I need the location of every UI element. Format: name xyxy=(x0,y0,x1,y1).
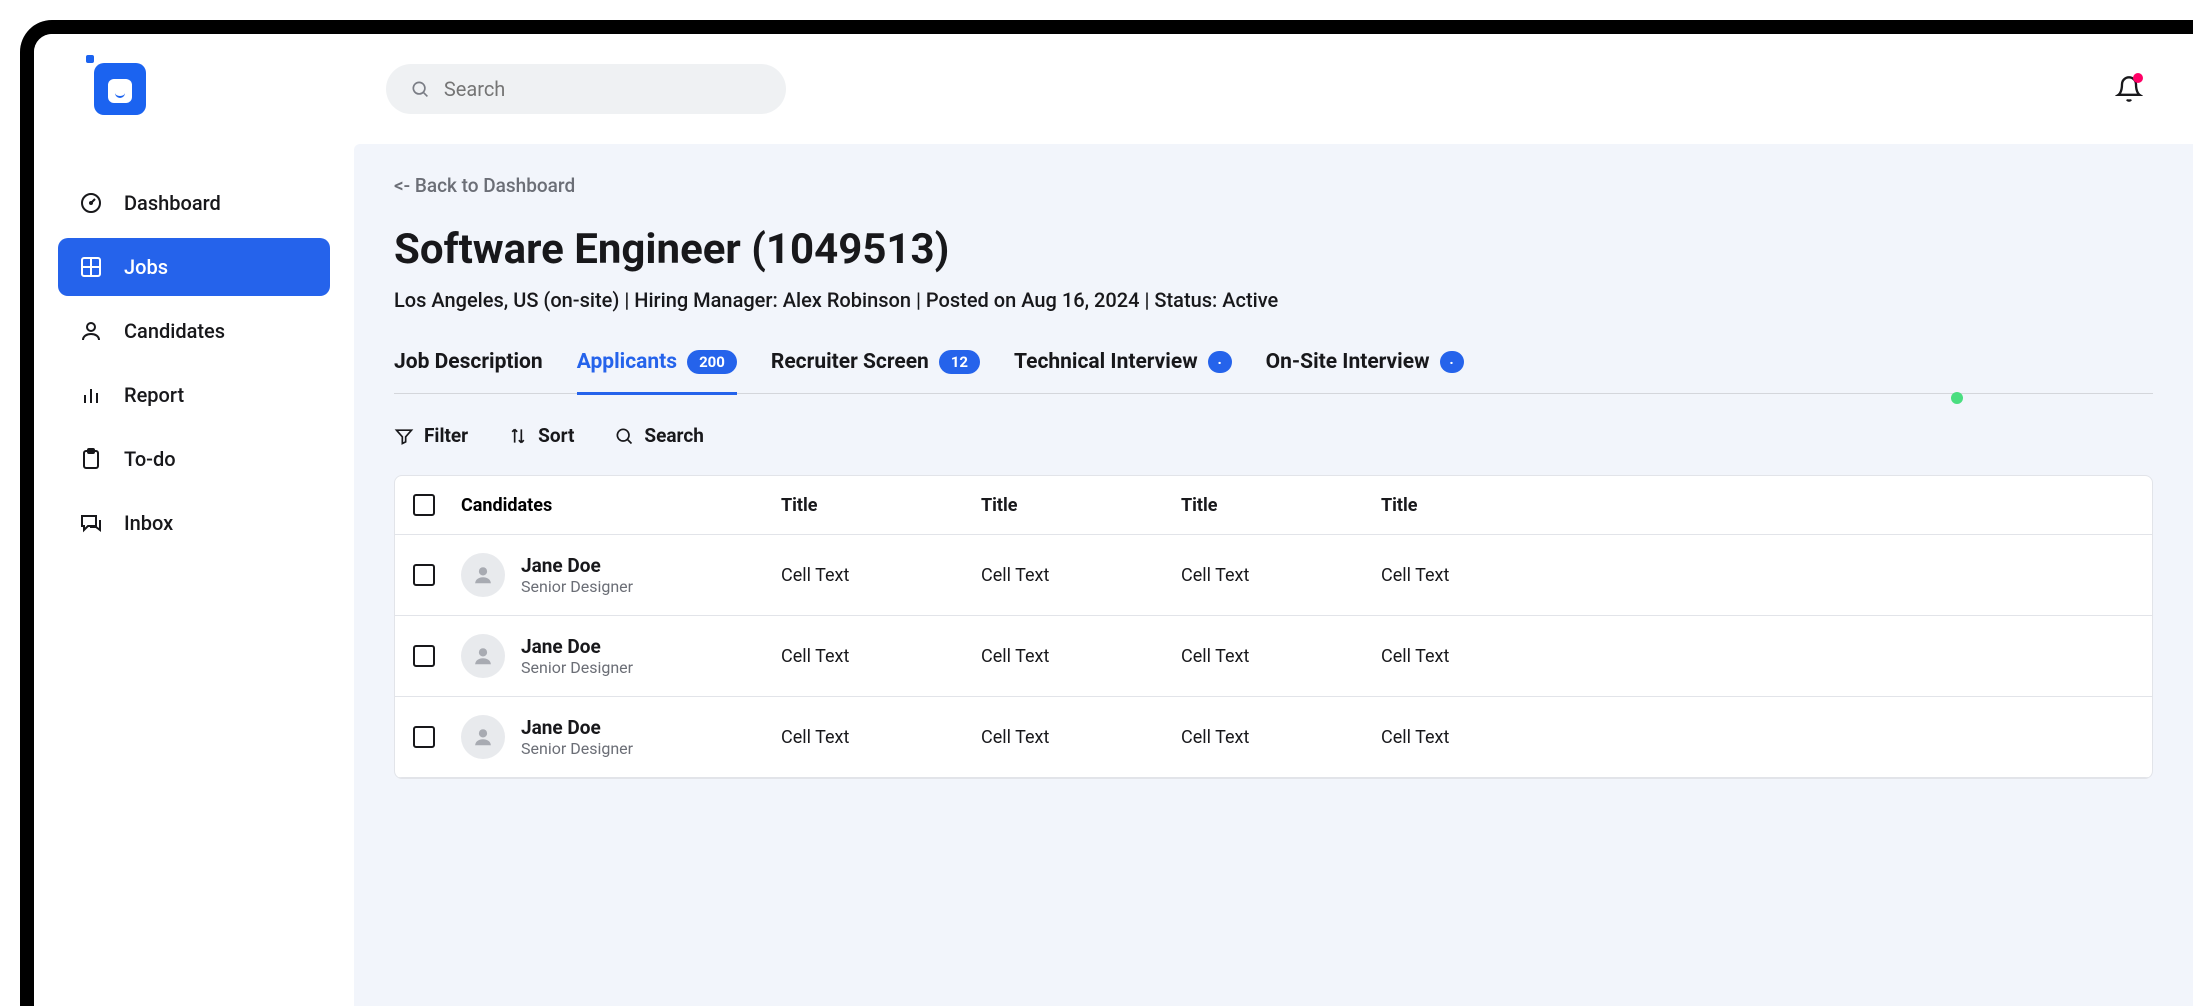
toolbar: Filter Sort Search xyxy=(394,424,2153,447)
avatar xyxy=(461,553,505,597)
table-cell: Cell Text xyxy=(981,646,1181,667)
tabs: Job Description Applicants 200 Recruiter… xyxy=(394,350,2153,394)
tab-label: On-Site Interview xyxy=(1266,350,1430,374)
table-row[interactable]: Jane Doe Senior Designer Cell Text Cell … xyxy=(395,697,2152,778)
tab-job-description[interactable]: Job Description xyxy=(394,350,543,395)
tab-recruiter-screen[interactable]: Recruiter Screen 12 xyxy=(771,350,980,395)
search-button[interactable]: Search xyxy=(614,424,703,447)
column-header-candidates[interactable]: Candidates xyxy=(461,495,781,516)
notifications-button[interactable] xyxy=(2115,75,2143,103)
column-header-title[interactable]: Title xyxy=(1381,495,1581,516)
table-cell: Cell Text xyxy=(981,727,1181,748)
table-cell: Cell Text xyxy=(781,727,981,748)
page-subtitle: Los Angeles, US (on-site) | Hiring Manag… xyxy=(394,288,2153,312)
search-icon xyxy=(614,426,634,446)
app-logo[interactable] xyxy=(94,63,146,115)
sidebar-item-label: Report xyxy=(124,383,184,407)
avatar xyxy=(461,715,505,759)
table-cell: Cell Text xyxy=(981,565,1181,586)
table-header-row: Candidates Title Title Title Title xyxy=(395,476,2152,535)
table-cell: Cell Text xyxy=(1381,646,1581,667)
table-cell: Cell Text xyxy=(781,646,981,667)
column-header-title[interactable]: Title xyxy=(1181,495,1381,516)
user-icon xyxy=(472,726,494,748)
clipboard-icon xyxy=(78,446,104,472)
user-icon xyxy=(472,645,494,667)
chat-icon xyxy=(78,510,104,536)
sidebar-item-inbox[interactable]: Inbox xyxy=(58,494,330,552)
global-search[interactable] xyxy=(386,64,786,114)
candidate-name: Jane Doe xyxy=(521,716,633,739)
back-to-dashboard-link[interactable]: <- Back to Dashboard xyxy=(394,174,575,197)
candidate-role: Senior Designer xyxy=(521,577,633,596)
sidebar-item-label: Candidates xyxy=(124,319,225,343)
row-checkbox[interactable] xyxy=(413,726,435,748)
table-cell: Cell Text xyxy=(1181,565,1381,586)
column-header-title[interactable]: Title xyxy=(781,495,981,516)
tab-badge: 12 xyxy=(939,350,980,374)
sidebar-item-todo[interactable]: To-do xyxy=(58,430,330,488)
tab-label: Applicants xyxy=(577,350,677,374)
applicants-table: Candidates Title Title Title Title xyxy=(394,475,2153,779)
search-input[interactable] xyxy=(444,77,762,101)
candidate-name: Jane Doe xyxy=(521,635,633,658)
status-dot-icon xyxy=(1951,392,1963,404)
candidate-role: Senior Designer xyxy=(521,658,633,677)
avatar xyxy=(461,634,505,678)
select-all-checkbox[interactable] xyxy=(413,494,435,516)
tab-label: Job Description xyxy=(394,350,543,374)
sidebar-item-label: Dashboard xyxy=(124,191,221,215)
sidebar-item-jobs[interactable]: Jobs xyxy=(58,238,330,296)
table-cell: Cell Text xyxy=(781,565,981,586)
sort-icon xyxy=(508,426,528,446)
column-header-title[interactable]: Title xyxy=(981,495,1181,516)
tab-applicants[interactable]: Applicants 200 xyxy=(577,350,737,395)
sidebar: Dashboard Jobs Candidates Report xyxy=(34,144,354,1006)
table-cell: Cell Text xyxy=(1381,565,1581,586)
table-cell: Cell Text xyxy=(1381,727,1581,748)
tab-label: Technical Interview xyxy=(1014,350,1198,374)
tab-label: Recruiter Screen xyxy=(771,350,929,374)
tab-badge: 200 xyxy=(687,350,737,374)
sidebar-item-label: Inbox xyxy=(124,511,173,535)
page-title: Software Engineer (1049513) xyxy=(394,225,2153,274)
search-icon xyxy=(410,78,430,100)
sidebar-item-label: To-do xyxy=(124,447,176,471)
filter-label: Filter xyxy=(424,424,468,447)
tab-technical-interview[interactable]: Technical Interview · xyxy=(1014,350,1232,395)
table-row[interactable]: Jane Doe Senior Designer Cell Text Cell … xyxy=(395,616,2152,697)
sort-label: Sort xyxy=(538,424,574,447)
topbar xyxy=(34,34,2193,144)
filter-icon xyxy=(394,426,414,446)
table-row[interactable]: Jane Doe Senior Designer Cell Text Cell … xyxy=(395,535,2152,616)
bar-chart-icon xyxy=(78,382,104,408)
row-checkbox[interactable] xyxy=(413,564,435,586)
grid-icon xyxy=(78,254,104,280)
table-cell: Cell Text xyxy=(1181,727,1381,748)
sidebar-item-candidates[interactable]: Candidates xyxy=(58,302,330,360)
main-content: <- Back to Dashboard Software Engineer (… xyxy=(354,144,2193,1006)
sort-button[interactable]: Sort xyxy=(508,424,574,447)
table-cell: Cell Text xyxy=(1181,646,1381,667)
filter-button[interactable]: Filter xyxy=(394,424,468,447)
sidebar-item-label: Jobs xyxy=(124,255,168,279)
candidate-role: Senior Designer xyxy=(521,739,633,758)
tab-onsite-interview[interactable]: On-Site Interview · xyxy=(1266,350,1464,395)
user-icon xyxy=(78,318,104,344)
gauge-icon xyxy=(78,190,104,216)
candidate-name: Jane Doe xyxy=(521,554,633,577)
sidebar-item-dashboard[interactable]: Dashboard xyxy=(58,174,330,232)
row-checkbox[interactable] xyxy=(413,645,435,667)
user-icon xyxy=(472,564,494,586)
search-label: Search xyxy=(644,424,703,447)
tab-badge: · xyxy=(1208,351,1232,373)
notification-dot-icon xyxy=(2133,73,2143,83)
tab-badge: · xyxy=(1440,351,1464,373)
sidebar-item-report[interactable]: Report xyxy=(58,366,330,424)
